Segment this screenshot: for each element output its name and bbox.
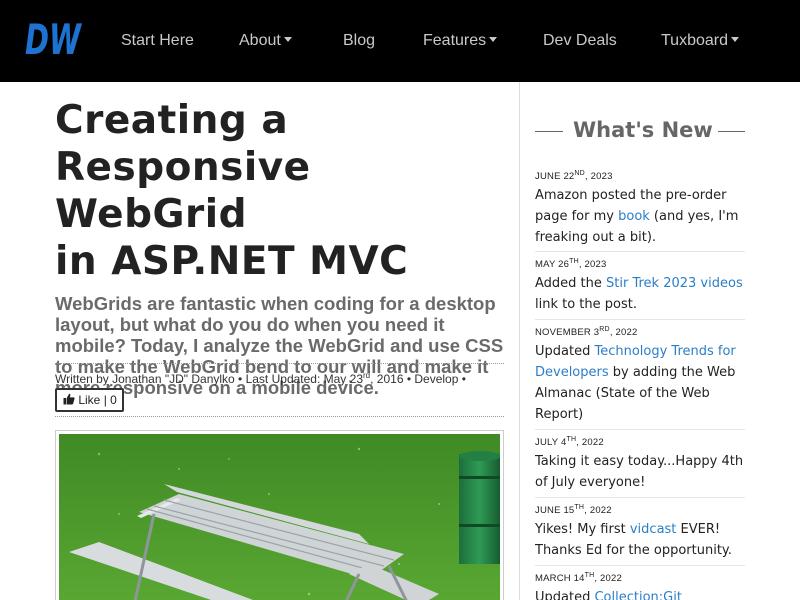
news-date-ordinal: rd [599,326,610,333]
vidcast-link[interactable]: vidcast [630,522,677,537]
news-item: July 4th, 2022 Taking it easy today...Ha… [535,436,745,493]
caret-down-icon [731,37,739,42]
nav-about-label: About [239,32,281,49]
nav-about-dropdown[interactable]: About [239,0,292,82]
article-byline: Written by Jonathan "JD" Danylko • Last … [55,363,504,386]
top-navbar: DW Start Here About Blog Features Dev De… [0,0,800,82]
news-date-year: , 2023 [584,171,613,183]
news-date: July 4th, 2022 [535,436,745,448]
news-separator [535,429,745,430]
news-text-after: link to the post. [535,297,637,313]
svg-text:DW: DW [25,19,83,57]
byline-text: Written by Jonathan "JD" Danylko • Last … [55,372,363,386]
news-date-ordinal: th [569,258,579,265]
news-item: November 3rd, 2022 Updated Technology Tr… [535,326,745,425]
column-divider [519,82,520,600]
nav-dev-deals[interactable]: Dev Deals [543,0,617,82]
nav-blog-label: Blog [343,32,376,49]
nav-start-here-label: Start Here [121,32,194,49]
news-text-before: Yikes! My first [535,522,630,538]
news-date-year: , 2022 [584,505,612,517]
nav-blog[interactable]: Blog [343,0,375,82]
news-date-year: , 2022 [609,327,638,339]
nav-features-label: Features [423,32,487,49]
byline-suffix: , 2016 • Develop • [370,372,466,386]
news-date: March 14th, 2022 [535,572,745,584]
news-item: March 14th, 2022 Updated Collection:Git … [535,572,745,600]
site-logo[interactable]: DW [25,15,83,64]
news-date-text: May 26 [535,259,570,271]
news-date-year: , 2022 [576,437,604,449]
news-date: November 3rd, 2022 [535,326,745,338]
news-date-text: March 14 [535,573,585,585]
stir-trek-videos-link[interactable]: Stir Trek 2023 videos [606,276,743,291]
caret-down-icon [283,37,292,42]
news-date-text: June 15 [535,505,575,517]
thumbs-up-icon [63,393,75,405]
nav-tuxboard-label: Tuxboard [661,32,728,49]
news-text-before: Updated [535,344,595,360]
news-date-ordinal: th [574,504,585,511]
news-date: June 22nd, 2023 [535,170,745,182]
nav-start-here[interactable]: Start Here [121,0,194,82]
dw-logo-icon: DW [25,15,83,64]
news-text: Amazon posted the pre-order page for my … [535,185,745,248]
news-separator [535,319,745,320]
article-main: Creating a Responsive WebGrid in ASP.NET… [55,82,505,600]
news-date-text: June 22 [535,171,575,183]
news-text: Taking it easy today...Happy 4th of July… [535,451,745,493]
like-button[interactable]: Like | 0 [55,388,124,412]
like-label: Like | 0 [78,393,117,407]
news-date-text: July 4 [535,437,567,449]
whats-new-sidebar: What's New June 22nd, 2023 Amazon posted… [535,82,745,600]
article-title-line: Creating a [55,98,289,143]
news-date: May 26th, 2023 [535,258,745,270]
news-separator [535,565,745,566]
nav-features-dropdown[interactable]: Features [423,0,498,82]
news-date-ordinal: th [584,572,595,579]
news-item: May 26th, 2023 Added the Stir Trek 2023 … [535,258,745,315]
news-item: June 22nd, 2023 Amazon posted the pre-or… [535,170,745,248]
news-date-text: November 3 [535,327,600,339]
news-text: Added the Stir Trek 2023 videos link to … [535,273,745,315]
whats-new-header: What's New [535,82,745,142]
article-title-line: Responsive WebGrid [55,145,311,237]
caret-down-icon [489,37,498,42]
news-text: Yikes! My first vidcast EVER! Thanks Ed … [535,519,745,561]
news-text: Updated Technology Trends for Developers… [535,341,745,425]
news-date-year: , 2023 [578,259,607,271]
news-text-before: Taking it easy today...Happy 4th of July… [535,454,744,491]
article-title: Creating a Responsive WebGrid in ASP.NET… [55,97,505,285]
news-date: June 15th, 2022 [535,504,745,516]
news-separator [535,497,745,498]
news-date-year: , 2022 [594,573,622,585]
news-separator [535,251,745,252]
hero-image [55,430,504,600]
news-text-before: Updated [535,590,595,600]
book-link[interactable]: book [618,209,650,224]
news-text: Updated Collection:Git Resources [535,587,745,600]
byline-divider [55,416,504,417]
news-text-before: Added the [535,276,607,292]
nav-dev-deals-label: Dev Deals [543,32,617,49]
news-item: June 15th, 2022 Yikes! My first vidcast … [535,504,745,561]
picnic-table-photo [59,434,500,600]
heading-rule-left [535,131,563,132]
heading-rule-right [718,131,745,132]
news-date-ordinal: th [566,436,577,443]
whats-new-heading: What's New [573,118,713,142]
nav-tuxboard-dropdown[interactable]: Tuxboard [661,0,739,82]
article-title-line: in ASP.NET MVC [55,239,409,284]
news-date-ordinal: nd [574,170,585,177]
